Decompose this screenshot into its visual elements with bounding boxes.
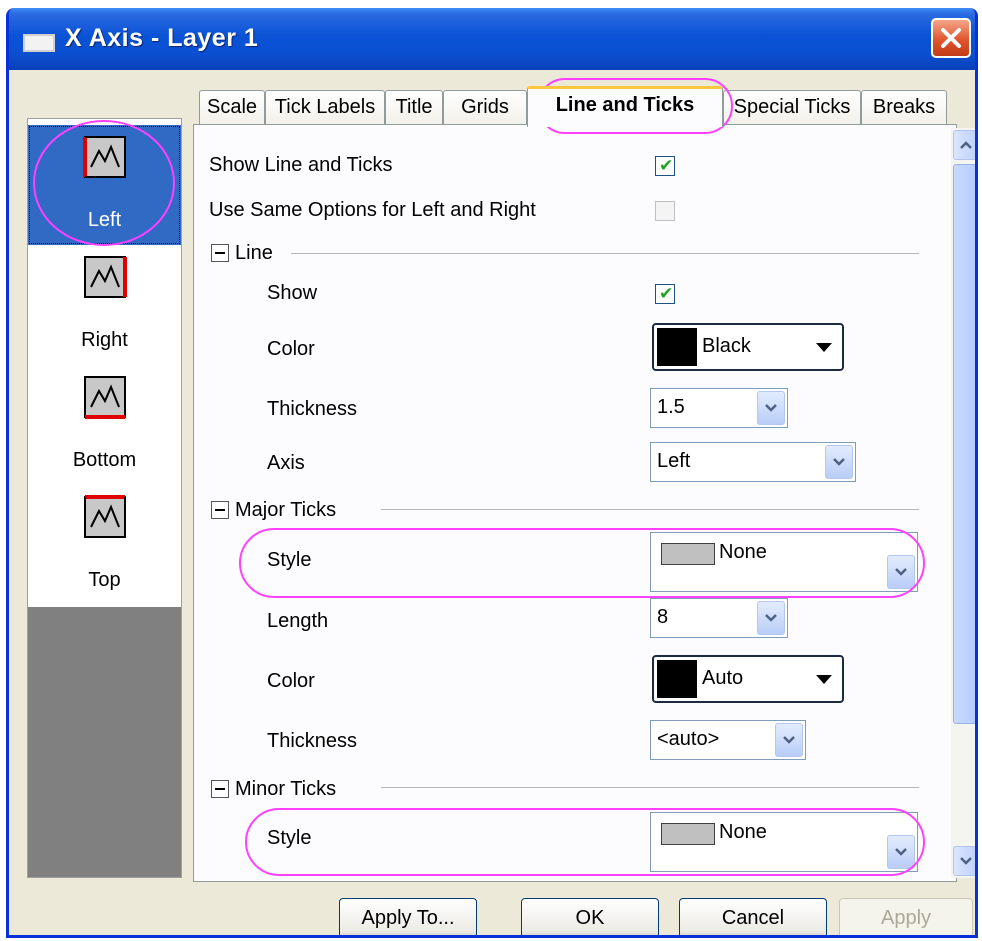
sidebar-item-top[interactable]: Top bbox=[28, 485, 181, 605]
checkmark-icon: ✔ bbox=[659, 284, 674, 303]
line-thickness-value: 1.5 bbox=[657, 396, 685, 418]
line-color-label: Color bbox=[267, 338, 315, 360]
sidebar-item-left[interactable]: Left bbox=[28, 125, 181, 245]
dropdown-arrow-icon bbox=[816, 343, 832, 352]
divider bbox=[381, 787, 919, 788]
line-axis-combo[interactable]: Left bbox=[650, 442, 856, 482]
line-axis-label: Axis bbox=[267, 452, 305, 474]
close-icon bbox=[941, 28, 961, 48]
window-icon bbox=[23, 34, 55, 52]
scroll-up-button[interactable] bbox=[953, 130, 975, 160]
major-thickness-combo[interactable]: <auto> bbox=[650, 720, 806, 760]
line-thickness-combo[interactable]: 1.5 bbox=[650, 388, 788, 428]
same-options-label: Use Same Options for Left and Right bbox=[209, 199, 536, 221]
dialog-window: X Axis - Layer 1 Scale Tick Labels Title… bbox=[6, 8, 978, 938]
minor-ticks-group-header[interactable]: Minor Ticks bbox=[211, 778, 336, 801]
tab-title[interactable]: Title bbox=[385, 90, 443, 124]
chevron-down-icon[interactable] bbox=[887, 835, 915, 869]
collapse-icon[interactable] bbox=[211, 244, 229, 262]
chevron-down-icon[interactable] bbox=[887, 555, 915, 589]
collapse-icon[interactable] bbox=[211, 501, 229, 519]
sidebar-item-label: Top bbox=[88, 569, 121, 591]
apply-to-button[interactable]: Apply To... bbox=[339, 898, 477, 935]
sidebar-item-bottom[interactable]: Bottom bbox=[28, 365, 181, 485]
line-group-header[interactable]: Line bbox=[211, 242, 273, 265]
minor-style-value: None bbox=[719, 821, 767, 843]
same-options-checkbox[interactable] bbox=[655, 201, 675, 221]
show-line-and-ticks-label: Show Line and Ticks bbox=[209, 154, 393, 176]
tab-scale[interactable]: Scale bbox=[199, 90, 265, 124]
major-color-dropdown[interactable]: Auto bbox=[652, 655, 844, 703]
line-show-label: Show bbox=[267, 282, 318, 304]
style-swatch bbox=[661, 543, 715, 565]
chevron-down-icon[interactable] bbox=[757, 391, 785, 425]
major-ticks-group-title: Major Ticks bbox=[235, 499, 337, 521]
major-length-value: 8 bbox=[657, 606, 669, 628]
major-thickness-label: Thickness bbox=[267, 730, 358, 752]
tab-breaks[interactable]: Breaks bbox=[861, 90, 947, 124]
axis-selector-sidebar: Left Right Bottom Top bbox=[27, 118, 182, 878]
scroll-down-button[interactable] bbox=[953, 846, 975, 876]
ok-button[interactable]: OK bbox=[521, 898, 659, 935]
style-swatch bbox=[661, 823, 715, 845]
chevron-down-icon bbox=[960, 857, 972, 865]
major-length-combo[interactable]: 8 bbox=[650, 598, 788, 638]
minor-ticks-group-title: Minor Ticks bbox=[235, 778, 337, 800]
minor-style-label: Style bbox=[267, 827, 312, 849]
tab-line-and-ticks[interactable]: Line and Ticks bbox=[527, 86, 723, 127]
axis-left-icon bbox=[82, 136, 126, 178]
scroll-thumb[interactable] bbox=[953, 164, 975, 724]
axis-bottom-icon bbox=[83, 376, 126, 419]
major-style-label: Style bbox=[267, 549, 312, 571]
major-style-value: None bbox=[719, 541, 767, 563]
close-button[interactable] bbox=[931, 18, 971, 58]
sidebar-empty-area bbox=[28, 607, 181, 877]
apply-button[interactable]: Apply bbox=[839, 898, 973, 935]
show-line-and-ticks-checkbox[interactable]: ✔ bbox=[655, 156, 675, 176]
sidebar-item-label: Left bbox=[87, 209, 122, 231]
axis-top-icon bbox=[83, 495, 126, 538]
tab-grids[interactable]: Grids bbox=[443, 90, 527, 124]
color-swatch bbox=[657, 660, 697, 698]
line-group-title: Line bbox=[235, 242, 273, 264]
title-bar[interactable]: X Axis - Layer 1 bbox=[9, 8, 975, 70]
major-length-label: Length bbox=[267, 610, 329, 632]
axis-right-icon bbox=[83, 256, 127, 298]
major-thickness-value: <auto> bbox=[657, 728, 720, 750]
vertical-scrollbar[interactable] bbox=[951, 128, 975, 878]
major-color-label: Color bbox=[267, 670, 315, 692]
sidebar-item-label: Bottom bbox=[72, 449, 137, 471]
collapse-icon[interactable] bbox=[211, 780, 229, 798]
minor-style-combo[interactable]: None bbox=[650, 812, 918, 872]
tab-tick-labels[interactable]: Tick Labels bbox=[265, 90, 385, 124]
major-color-value: Auto bbox=[702, 667, 744, 689]
color-swatch bbox=[657, 328, 697, 366]
checkmark-icon: ✔ bbox=[659, 156, 674, 175]
divider bbox=[291, 253, 919, 254]
divider bbox=[381, 509, 919, 510]
dropdown-arrow-icon bbox=[816, 675, 832, 684]
chevron-down-icon[interactable] bbox=[775, 723, 803, 757]
sidebar-item-right[interactable]: Right bbox=[28, 245, 181, 365]
line-color-value: Black bbox=[702, 335, 751, 357]
major-ticks-group-header[interactable]: Major Ticks bbox=[211, 499, 336, 522]
chevron-up-icon bbox=[960, 141, 972, 149]
line-axis-value: Left bbox=[657, 450, 691, 472]
major-style-combo[interactable]: None bbox=[650, 532, 918, 592]
line-thickness-label: Thickness bbox=[267, 398, 358, 420]
line-color-dropdown[interactable]: Black bbox=[652, 323, 844, 371]
window-title: X Axis - Layer 1 bbox=[65, 24, 259, 52]
chevron-down-icon[interactable] bbox=[825, 445, 853, 479]
line-show-checkbox[interactable]: ✔ bbox=[655, 284, 675, 304]
sidebar-item-label: Right bbox=[81, 329, 128, 351]
cancel-button[interactable]: Cancel bbox=[679, 898, 827, 935]
tab-special-ticks[interactable]: Special Ticks bbox=[723, 90, 861, 124]
chevron-down-icon[interactable] bbox=[757, 601, 785, 635]
